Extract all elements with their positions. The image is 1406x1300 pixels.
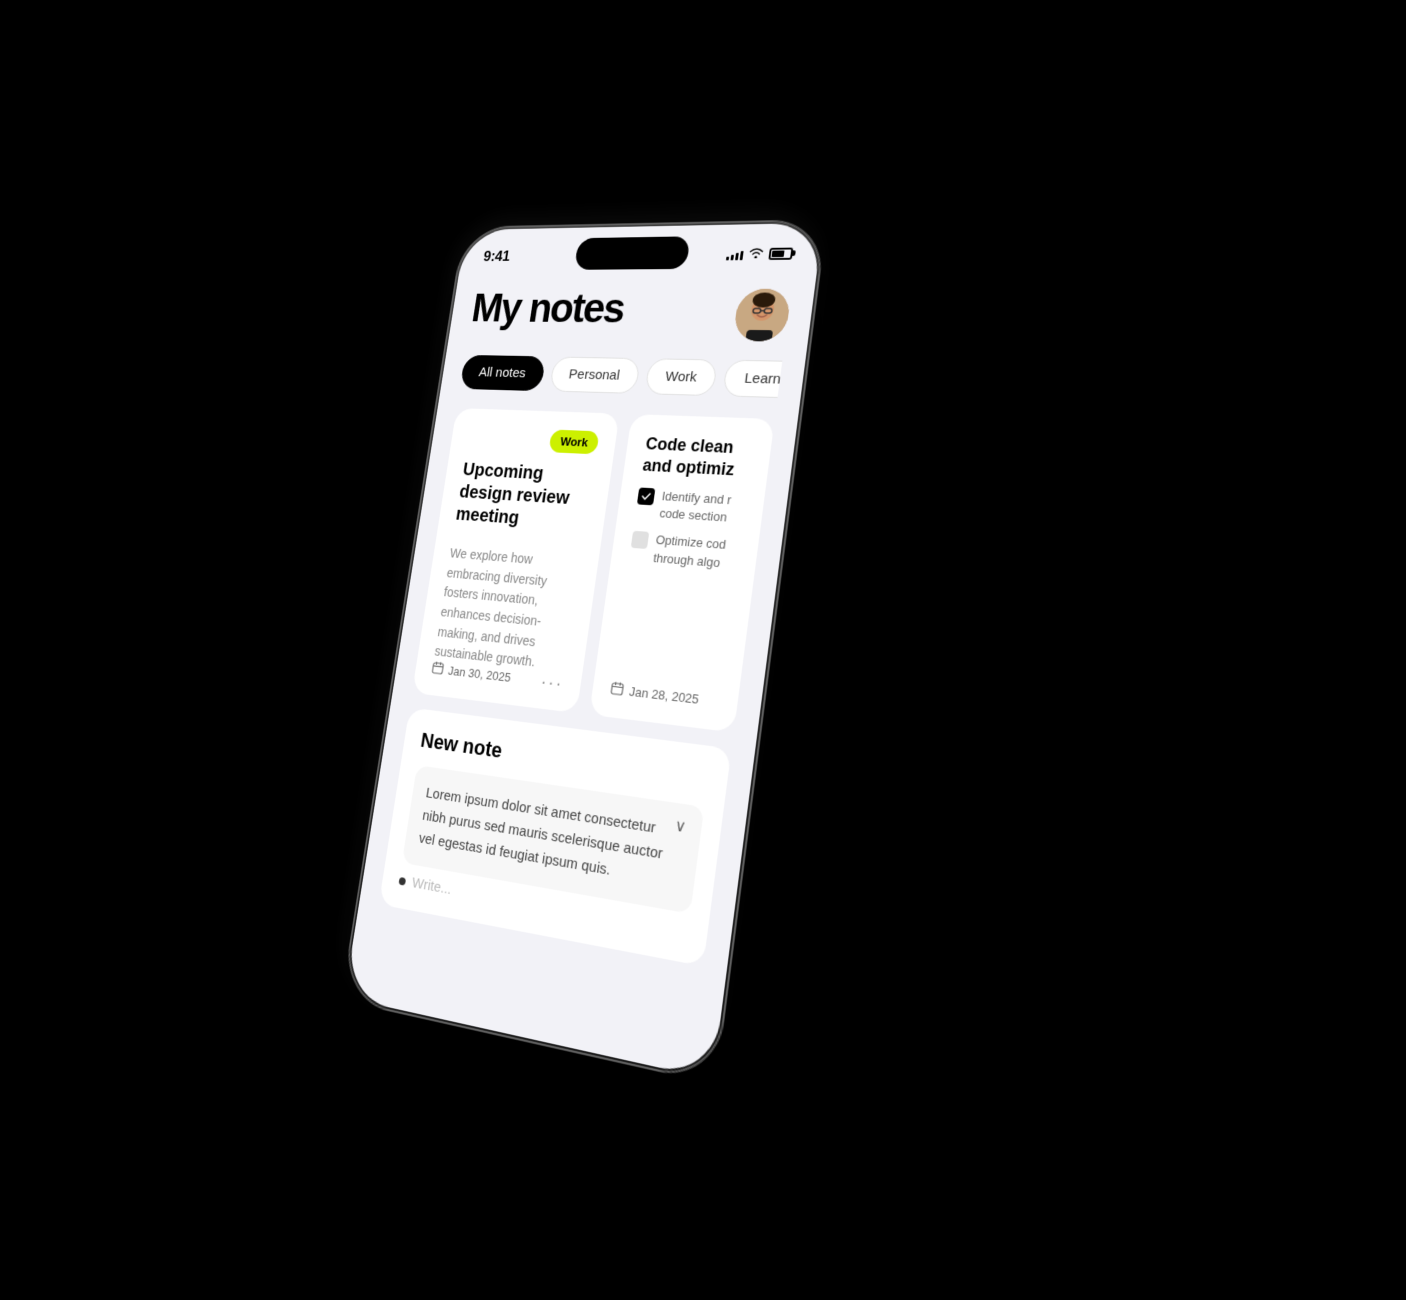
avatar[interactable]	[732, 289, 791, 342]
note-title-2: Code clean and optimiz	[641, 433, 753, 481]
page-header: My notes	[468, 285, 793, 342]
battery-icon	[768, 247, 793, 259]
checklist-text-2: Optimize cod through algo	[652, 532, 740, 573]
tab-learning[interactable]: Learning	[723, 360, 783, 398]
new-note-section: New note ∨ Lorem ipsum dolor sit amet co…	[379, 708, 732, 967]
tab-personal[interactable]: Personal	[549, 357, 641, 394]
calendar-icon	[431, 661, 445, 678]
note-body-1: We explore how embracing diversity foste…	[433, 544, 582, 677]
note-tag-work: Work	[549, 429, 600, 454]
status-time: 9:41	[482, 248, 511, 265]
note-card-code-clean[interactable]: Code clean and optimiz Identify and r co…	[589, 414, 774, 733]
new-note-body: Lorem ipsum dolor sit amet consectetur n…	[417, 782, 687, 895]
status-icons	[726, 246, 794, 262]
dynamic-island	[574, 236, 691, 269]
checklist-text-1: Identify and r code section	[658, 488, 746, 528]
checkbox-unchecked-2[interactable]	[631, 531, 650, 549]
note-date-2: Jan 28, 2025	[610, 681, 700, 708]
tab-work[interactable]: Work	[644, 358, 718, 396]
tab-all-notes[interactable]: All notes	[460, 355, 546, 391]
filter-tabs: All notes Personal Work Learning Co...	[460, 355, 783, 398]
note-more-button-1[interactable]: ···	[539, 671, 565, 696]
note-date-text-2: Jan 28, 2025	[628, 684, 700, 707]
signal-icon	[726, 247, 744, 260]
phone-device: 9:41	[341, 220, 826, 1083]
mic-icon	[398, 877, 406, 886]
screen-content: My notes	[344, 270, 817, 1080]
page-title: My notes	[469, 285, 627, 331]
checklist-item-2: Optimize cod through algo	[629, 530, 740, 573]
notes-row: Work Upcoming design review meeting We e…	[412, 408, 775, 733]
chevron-down-icon[interactable]: ∨	[674, 815, 688, 837]
write-label: Write...	[411, 875, 453, 898]
wifi-icon	[748, 246, 765, 261]
checkbox-checked-1[interactable]	[637, 487, 656, 505]
note-card-design-review[interactable]: Work Upcoming design review meeting We e…	[412, 408, 620, 713]
checklist-item-1: Identify and r code section	[635, 487, 746, 528]
calendar-icon-2	[610, 681, 625, 699]
